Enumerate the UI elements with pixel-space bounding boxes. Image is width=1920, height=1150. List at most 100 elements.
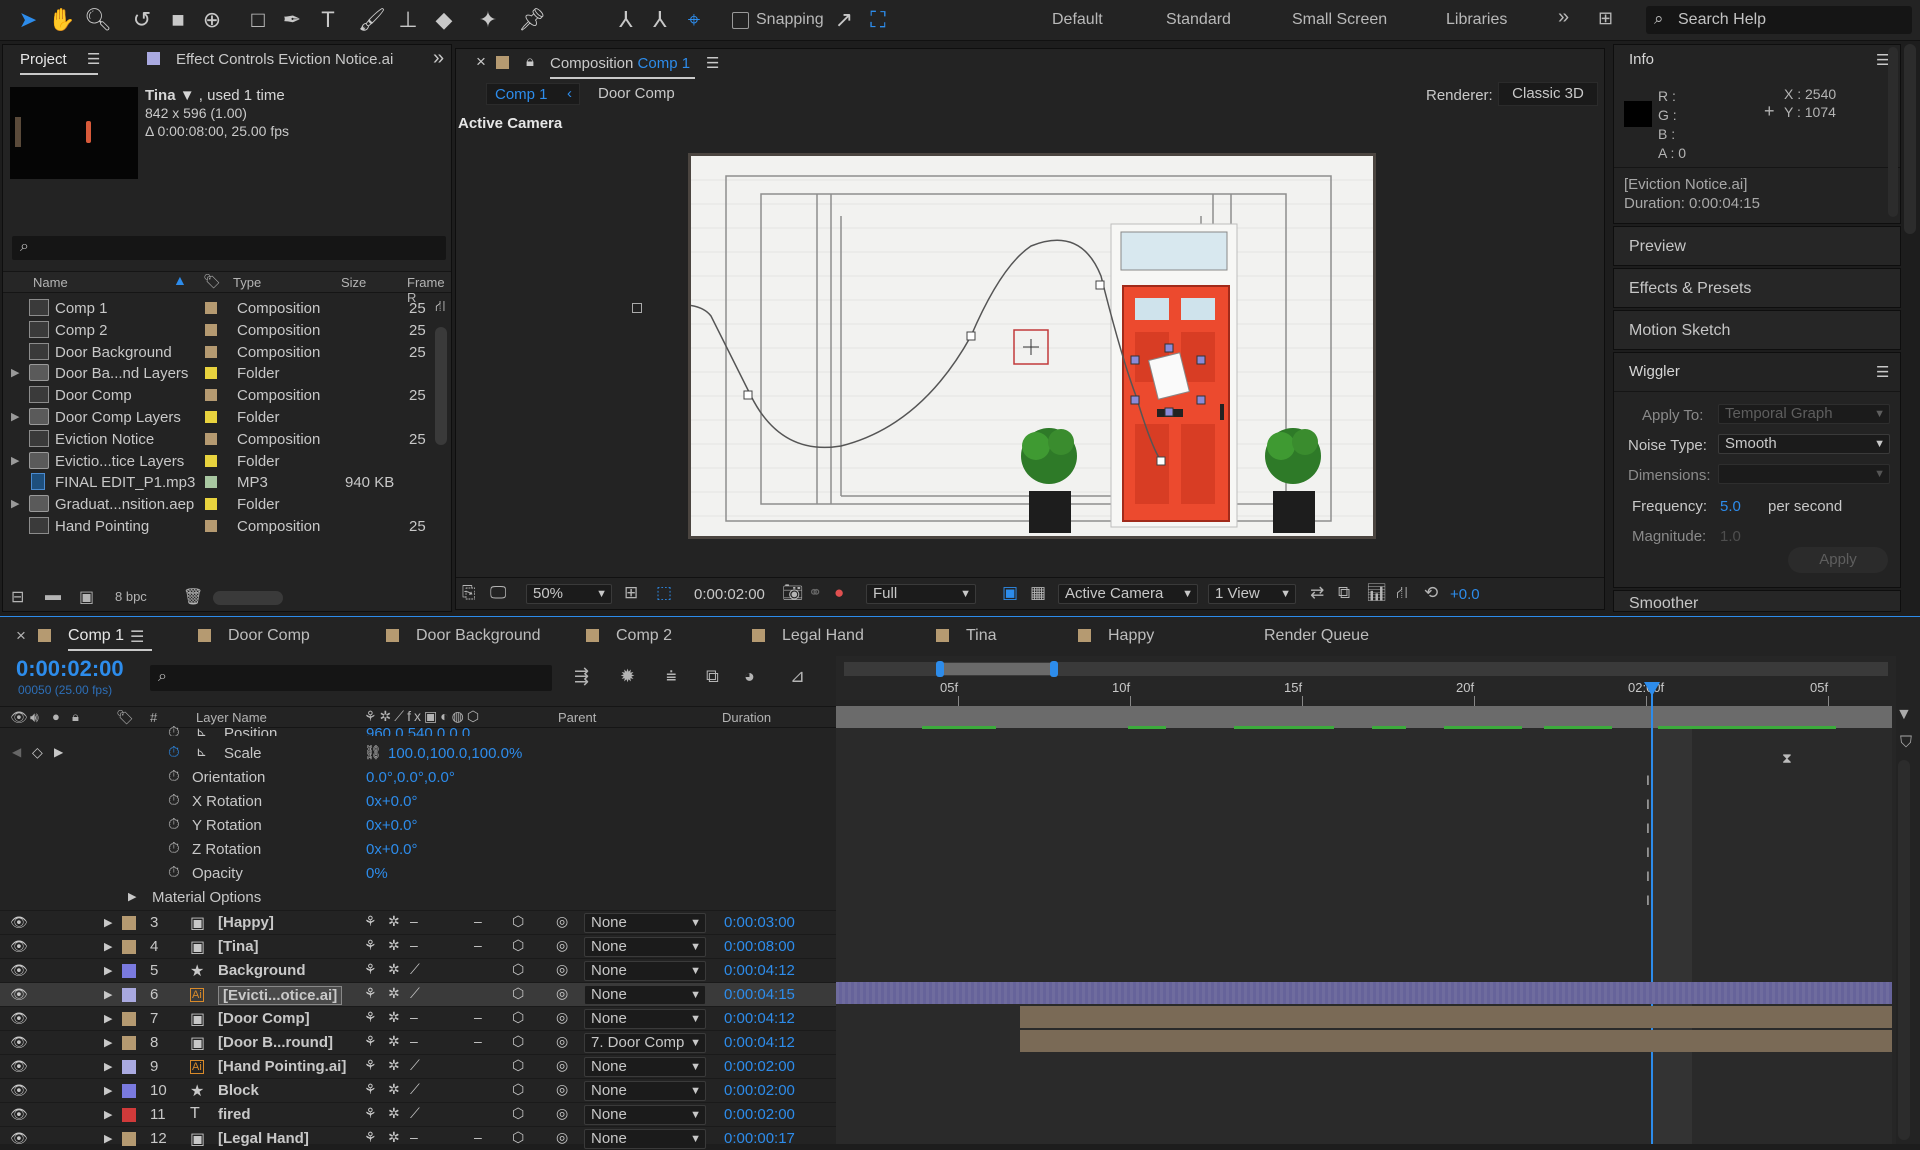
shy-switch-icon[interactable]: ⚘ [364, 985, 377, 1002]
layer-label-color[interactable] [122, 964, 136, 978]
expand-triangle-icon[interactable]: ▶ [11, 497, 19, 510]
snapshot-icon[interactable]: 📷︎ [782, 583, 804, 603]
dimensions-dropdown[interactable]: ▼ [1718, 464, 1890, 484]
world-axis-icon[interactable]: ⅄ [646, 6, 674, 34]
layer-label-color[interactable] [122, 916, 136, 930]
property-row[interactable]: ⏱ X Rotation 0x+0.0° [0, 790, 836, 814]
more-workspaces-icon[interactable]: » [1558, 6, 1569, 29]
pick-whip-icon[interactable]: ◎ [556, 1081, 568, 1098]
layer-name[interactable]: [Legal Hand] [218, 1130, 309, 1147]
monitor-icon[interactable]: 🖵︎ [490, 583, 506, 603]
shy-switch-icon[interactable]: ⚘ [364, 1129, 377, 1146]
col-name[interactable]: Name [33, 275, 68, 290]
3d-layer-switch-icon[interactable]: ⬡ [512, 1129, 524, 1146]
pan-behind-tool-icon[interactable]: ⊕ [198, 6, 226, 34]
brush-tool-icon[interactable]: 🖌︎ [358, 6, 386, 34]
collapse-switch-icon[interactable]: ✲ [388, 1081, 400, 1098]
layer-duration[interactable]: 0:00:08:00 [724, 938, 795, 955]
visibility-eye-icon[interactable]: 👁︎ [10, 1034, 28, 1051]
quality-switch-icon[interactable]: ⟋ [410, 1057, 420, 1074]
col-type[interactable]: Type [233, 275, 261, 290]
layer-label-color[interactable] [122, 988, 136, 1002]
quality-switch-icon[interactable]: ⟋ [410, 961, 420, 978]
frame-blend-switch-icon[interactable]: – [474, 1033, 482, 1049]
selection-tool-icon[interactable]: ➤ [14, 6, 42, 34]
label-color-swatch[interactable] [205, 454, 217, 467]
layer-label-color[interactable] [122, 1084, 136, 1098]
shy-switch-icon[interactable]: ⚘ [364, 1033, 377, 1050]
timeline-scrollbar[interactable] [1898, 760, 1910, 1140]
label-column-icon[interactable]: 🏷︎ [203, 273, 221, 290]
collapse-switch-icon[interactable]: ✲ [388, 1105, 400, 1122]
expand-triangle-icon[interactable]: ▶ [104, 1108, 112, 1121]
renderer-dropdown[interactable]: Classic 3D [1498, 82, 1598, 106]
3d-layer-switch-icon[interactable]: ⬡ [512, 1057, 524, 1074]
time-ruler[interactable]: 05f 10f 15f 20f 02:00f 05f [836, 678, 1896, 706]
bit-depth-label[interactable]: 8 bpc [115, 589, 147, 604]
property-value[interactable]: 0% [366, 865, 388, 882]
quality-switch-icon[interactable]: – [410, 1009, 418, 1025]
breadcrumb-comp1[interactable]: Comp 1 ‹ [486, 83, 580, 105]
parent-dropdown[interactable]: None ▼ [584, 1105, 706, 1125]
expand-triangle-icon[interactable]: ▶ [104, 1084, 112, 1097]
expand-triangle-icon[interactable]: ▶ [11, 410, 19, 423]
layer-duration[interactable]: 0:00:02:00 [724, 1106, 795, 1123]
timeline-tab[interactable]: Door Background [416, 627, 541, 645]
zoom-dropdown[interactable]: 50% ▼ [526, 584, 612, 604]
close-timeline-icon[interactable]: × [16, 626, 26, 646]
expand-triangle-icon[interactable]: ▶ [104, 964, 112, 977]
expand-triangle-icon[interactable]: ▶ [128, 890, 136, 903]
navigator-end-handle[interactable] [1050, 661, 1058, 677]
layer-duration[interactable]: 0:00:04:12 [724, 1010, 795, 1027]
type-tool-icon[interactable]: T [314, 6, 342, 34]
pick-whip-icon[interactable]: ◎ [556, 961, 568, 978]
pick-whip-icon[interactable]: ◎ [556, 913, 568, 930]
collapse-switch-icon[interactable]: ✲ [388, 985, 400, 1002]
property-value[interactable]: 0.0°,0.0°,0.0° [366, 769, 455, 786]
toggle-pixel-aspect-icon[interactable]: ⇄ [1310, 583, 1324, 603]
layer-row[interactable]: 👁︎ ▶ 11 Tfired ⚘ ✲ ⟋ ⬡ ◎ None ▼ 0:00:02:00 [0, 1102, 836, 1126]
shy-switch-icon[interactable]: ⚘ [364, 1081, 377, 1098]
layer-duration[interactable]: 0:00:04:12 [724, 962, 795, 979]
shy-switch-icon[interactable]: ⚘ [364, 1057, 377, 1074]
timeline-tab[interactable]: Happy [1108, 627, 1154, 645]
noise-type-dropdown[interactable]: Smooth ▼ [1718, 434, 1890, 454]
comp-canvas[interactable] [688, 153, 1376, 539]
shy-switch-icon[interactable]: ⚘ [364, 913, 377, 930]
layer-duration-bar[interactable] [836, 982, 1892, 1004]
shy-switch-icon[interactable]: ⚘ [364, 1105, 377, 1122]
effects-presets-panel[interactable]: Effects & Presets [1613, 268, 1901, 308]
layer-name[interactable]: [Door B...round] [218, 1034, 333, 1051]
rotate-tool-icon[interactable]: ↺ [128, 6, 156, 34]
parent-dropdown[interactable]: None ▼ [584, 937, 706, 957]
property-value[interactable]: 0x+0.0° [366, 793, 417, 810]
composition-flowchart-icon[interactable]: ⛙ [435, 298, 446, 317]
always-preview-icon[interactable]: ⎘ [462, 583, 476, 603]
label-color-swatch[interactable] [205, 389, 217, 402]
right-column-scrollbar[interactable] [1904, 44, 1916, 234]
next-keyframe-icon[interactable]: ▶ [54, 745, 63, 759]
layer-duration[interactable]: 0:00:02:00 [724, 1082, 795, 1099]
shy-switch-icon[interactable]: ⚘ [364, 937, 377, 954]
work-area-bar[interactable] [836, 706, 1892, 728]
visibility-eye-icon[interactable]: 👁︎ [10, 986, 28, 1003]
sync-settings-icon[interactable]: ⊞ [1598, 8, 1613, 29]
prev-keyframe-icon[interactable]: ◀ [12, 745, 21, 759]
layer-duration[interactable]: 0:00:00:17 [724, 1130, 795, 1147]
keyframe-marker-icon[interactable]: I [1646, 844, 1650, 860]
timeline-tab-menu-icon[interactable]: ☰ [130, 627, 144, 647]
layer-duration[interactable]: 0:00:02:00 [724, 1058, 795, 1075]
material-options-row[interactable]: ▶ Material Options [0, 886, 836, 910]
time-navigator-range[interactable] [940, 663, 1052, 675]
timeline-tab[interactable]: Legal Hand [782, 627, 864, 645]
property-value[interactable]: 0x+0.0° [366, 841, 417, 858]
layer-row[interactable]: 👁︎ ▶ 3 ▣ [Happy] ⚘ ✲ – – ⬡ ◎ None ▼ 0:00:03:00 [0, 910, 836, 934]
workspace-libraries[interactable]: Libraries [1446, 11, 1507, 29]
collapse-switch-icon[interactable]: ✲ [388, 1033, 400, 1050]
smoother-panel[interactable]: Smoother [1613, 590, 1901, 612]
parent-dropdown[interactable]: None ▼ [584, 1009, 706, 1029]
parent-dropdown[interactable]: 7. Door Comp ▼ [584, 1033, 706, 1053]
property-row[interactable]: ⏱ Z Rotation 0x+0.0° [0, 838, 836, 862]
keyframe-marker-icon[interactable]: I [1646, 892, 1650, 908]
3d-layer-switch-icon[interactable]: ⬡ [512, 1105, 524, 1122]
